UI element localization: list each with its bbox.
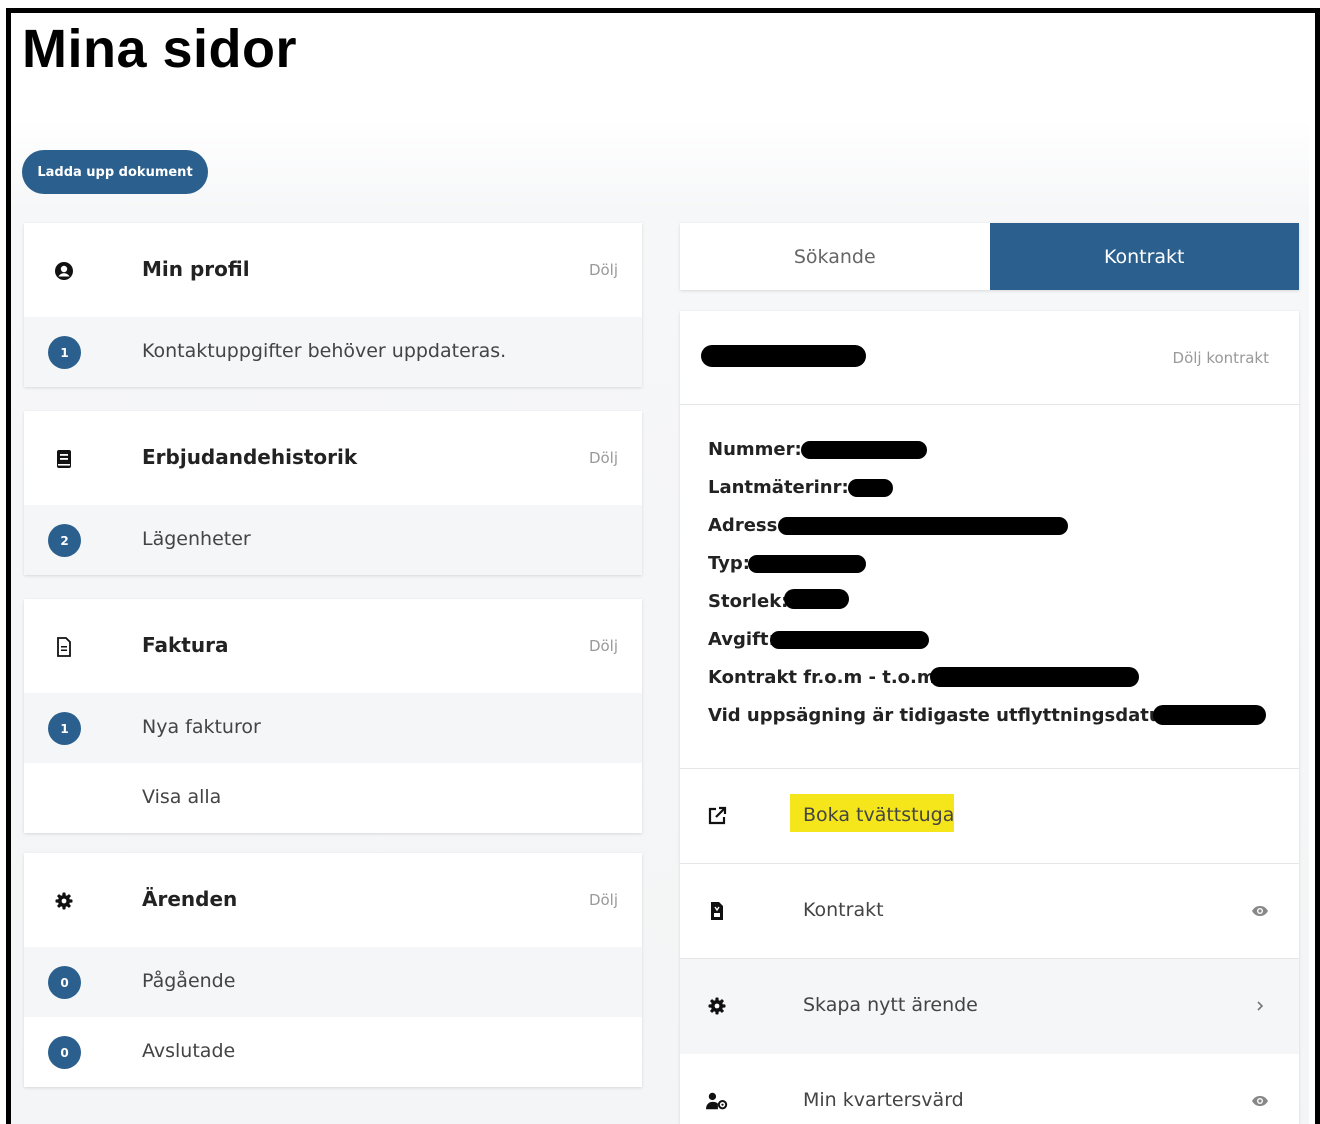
list-item[interactable]: 2 Lägenheter	[24, 505, 642, 575]
link-min-kvartersvard[interactable]: Min kvartersvärd	[680, 1054, 1299, 1124]
link-label: Kontrakt	[803, 899, 884, 921]
field-nummer: Nummer:	[708, 439, 802, 460]
gear-icon	[54, 891, 74, 911]
link-kontrakt[interactable]: Kontrakt	[680, 864, 1299, 959]
link-label: Min kvartersvärd	[803, 1089, 964, 1111]
link-skapa-nytt-arende[interactable]: Skapa nytt ärende	[680, 959, 1299, 1054]
field-kontrakt-period: Kontrakt fr.o.m - t.o.m:	[708, 667, 943, 688]
file-icon	[54, 637, 74, 657]
card-header: Ärenden Dölj	[24, 853, 642, 947]
field-avgift: Avgift:	[708, 629, 776, 650]
field-storlek: Storlek:	[708, 591, 789, 612]
redacted-value	[748, 555, 866, 573]
redacted-value	[801, 441, 927, 459]
link-label: Boka tvättstuga	[803, 804, 955, 826]
list-item-label: Kontaktuppgifter behöver uppdateras.	[142, 340, 507, 362]
user-circle-icon	[54, 261, 74, 281]
count-badge: 0	[48, 1036, 81, 1069]
book-icon	[54, 449, 74, 469]
card-title: Faktura	[142, 633, 229, 657]
contract-details: Nummer: Lantmäterinr: Adress: Typ: Storl…	[680, 405, 1299, 769]
tab-kontrakt[interactable]: Kontrakt	[989, 223, 1299, 290]
upload-document-button[interactable]: Ladda upp dokument	[22, 150, 208, 194]
link-boka-tvattstuga[interactable]: Boka tvättstuga	[680, 769, 1299, 864]
list-item[interactable]: 0 Avslutade	[24, 1017, 642, 1087]
external-link-icon	[706, 805, 728, 827]
hide-link[interactable]: Dölj	[589, 449, 618, 467]
gear-icon	[706, 995, 728, 1017]
field-adress: Adress:	[708, 515, 785, 536]
eye-icon[interactable]	[1249, 1090, 1271, 1112]
page-title: Mina sidor	[22, 19, 298, 79]
count-badge: 2	[48, 524, 81, 557]
hide-contract-link[interactable]: Dölj kontrakt	[1173, 349, 1269, 367]
redacted-value	[930, 667, 1139, 687]
card-min-profil: Min profil Dölj 1 Kontaktuppgifter behöv…	[24, 223, 642, 387]
user-gear-icon	[706, 1090, 728, 1112]
redacted-value	[778, 517, 1068, 535]
list-item[interactable]: 1 Nya fakturor	[24, 693, 642, 763]
eye-icon[interactable]	[1249, 900, 1271, 922]
count-badge: 0	[48, 966, 81, 999]
list-item-label: Visa alla	[142, 786, 222, 808]
field-typ: Typ:	[708, 553, 750, 574]
tab-sokande[interactable]: Sökande	[680, 223, 990, 290]
card-header: Faktura Dölj	[24, 599, 642, 693]
field-lantmaterinr: Lantmäterinr:	[708, 477, 849, 498]
card-header: Min profil Dölj	[24, 223, 642, 317]
card-erbjudandehistorik: Erbjudandehistorik Dölj 2 Lägenheter	[24, 411, 642, 575]
card-arenden: Ärenden Dölj 0 Pågående 0 Avslutade	[24, 853, 642, 1087]
redacted-value	[770, 631, 929, 649]
chevron-right-icon[interactable]	[1249, 995, 1271, 1017]
list-item[interactable]: 0 Pågående	[24, 947, 642, 1017]
redacted-value	[848, 479, 893, 497]
count-badge: 1	[48, 336, 81, 369]
redacted-contract-title	[701, 345, 866, 367]
list-item[interactable]: 1 Kontaktuppgifter behöver uppdateras.	[24, 317, 642, 387]
hide-link[interactable]: Dölj	[589, 637, 618, 655]
card-faktura: Faktura Dölj 1 Nya fakturor Visa alla	[24, 599, 642, 833]
list-item[interactable]: Visa alla	[24, 763, 642, 833]
document-icon	[706, 900, 728, 922]
field-utflyttningsdatum: Vid uppsägning är tidigaste utflyttnings…	[708, 705, 1188, 726]
redacted-value	[784, 589, 849, 609]
link-label: Skapa nytt ärende	[803, 994, 978, 1016]
list-item-label: Pågående	[142, 970, 236, 992]
redacted-value	[1153, 705, 1266, 725]
hide-link[interactable]: Dölj	[589, 891, 618, 909]
contract-card: Dölj kontrakt Nummer: Lantmäterinr: Adre…	[680, 311, 1299, 1124]
contract-header: Dölj kontrakt	[680, 311, 1299, 405]
card-title: Erbjudandehistorik	[142, 445, 358, 469]
hide-link[interactable]: Dölj	[589, 261, 618, 279]
list-item-label: Avslutade	[142, 1040, 236, 1062]
card-title: Ärenden	[142, 887, 238, 911]
card-header: Erbjudandehistorik Dölj	[24, 411, 642, 505]
count-badge: 1	[48, 712, 81, 745]
list-item-label: Nya fakturor	[142, 716, 261, 738]
card-title: Min profil	[142, 257, 250, 281]
tab-bar: Sökande Kontrakt	[680, 223, 1299, 290]
list-item-label: Lägenheter	[142, 528, 251, 550]
